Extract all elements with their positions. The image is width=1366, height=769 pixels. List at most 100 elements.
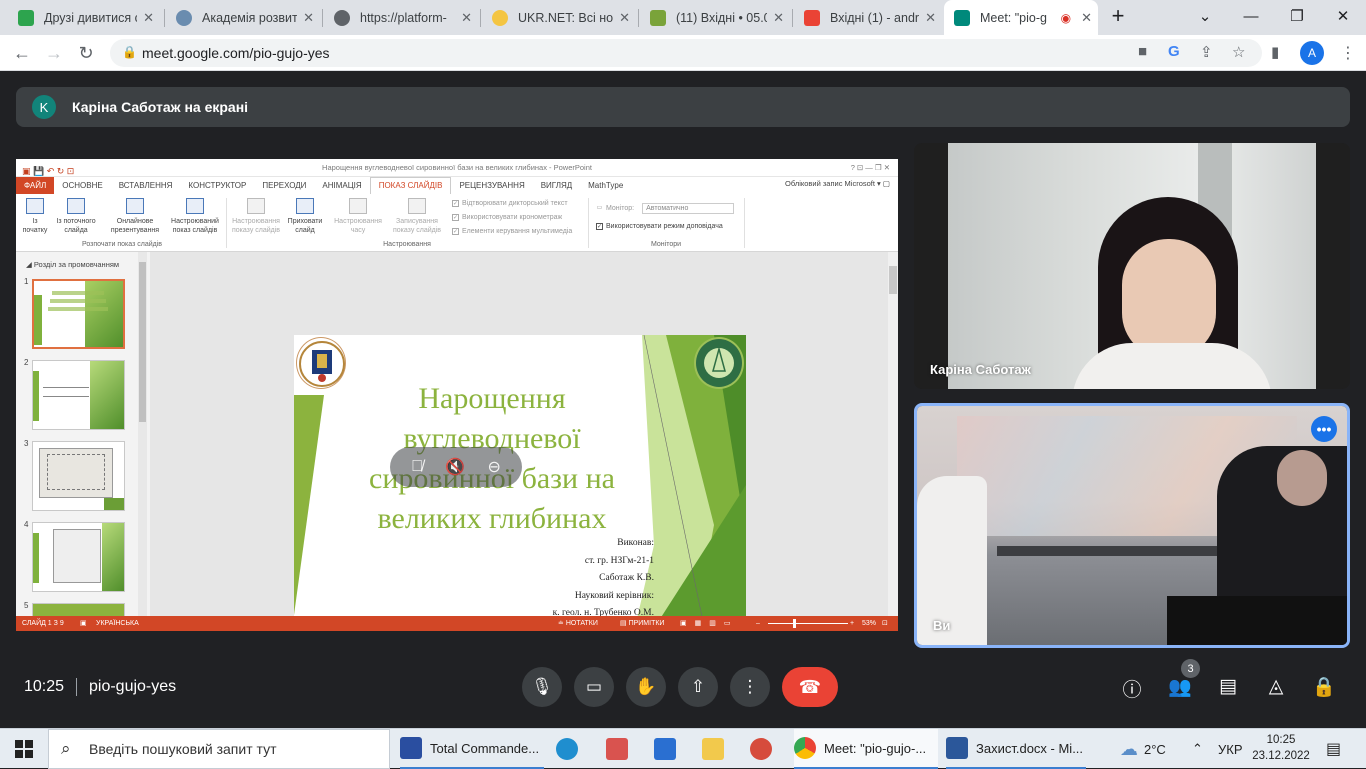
zoom-slider[interactable] [768,623,848,624]
pp-tab-file[interactable]: ФАЙЛ [16,177,55,194]
use-timings-checkbox[interactable]: ✓ Використовувати кронометраж [452,214,562,221]
zoom-in-icon[interactable]: + [850,616,854,631]
fit-slide-icon[interactable]: ⊡ [882,616,888,631]
monitor-select[interactable]: ▭ Монітор: Автоматично [596,203,735,214]
presenter-view-checkbox[interactable]: ✓ Використовувати режим доповідача [596,223,723,230]
slide-thumbnail-1[interactable] [32,279,125,349]
host-controls-icon[interactable]: 🔒 [1311,675,1337,699]
current-slide[interactable]: Нарощення вуглеводневої сировинної бази … [294,335,746,631]
hide-slide-button[interactable]: Приховати слайд [284,198,326,235]
browser-tab-active[interactable]: Meet: "pio-g ◉ ✕ [944,0,1098,35]
record-slideshow-button[interactable]: Записування показу слайдів [388,198,446,235]
camera-icon[interactable]: ■ [1138,43,1147,60]
taskbar-mail[interactable] [654,729,684,769]
from-beginning-button[interactable]: Із початку [20,198,50,235]
taskbar-edge[interactable] [556,729,586,769]
present-now-button[interactable]: ⇧ [678,667,718,707]
side-panel-icon[interactable]: ▮ [1271,43,1279,61]
pp-account[interactable]: Обліковий запис Microsoft ▾ ▢ [785,179,890,188]
thumbnails-scrollbar[interactable] [138,252,147,616]
new-tab-button[interactable]: + [1096,0,1140,32]
taskbar-explorer[interactable] [702,729,732,769]
weather-widget[interactable]: ☁ 2°C [1120,729,1166,769]
start-button[interactable] [0,729,48,769]
share-icon[interactable]: ⇪ [1200,43,1213,61]
browser-tab[interactable]: Академія розвит ✕ [166,0,320,35]
microphone-button[interactable]: 🎙 [522,667,562,707]
section-header[interactable]: ◢ Розділ за промовчанням [26,260,119,269]
pp-tab[interactable]: MathType [580,181,631,190]
raise-hand-button[interactable]: ✋ [626,667,666,707]
close-tab-icon[interactable]: ✕ [1081,10,1092,26]
browser-tab[interactable]: Друзі дивитися с ✕ [8,0,160,35]
view-buttons-icon[interactable]: ▣▦▥▭ [680,616,738,631]
restore-button[interactable]: ❐ [1274,0,1320,32]
pp-tab[interactable]: АНІМАЦІЯ [314,181,369,190]
canvas-scrollbar[interactable] [888,252,898,616]
notifications-icon[interactable]: ▤ [1326,729,1341,769]
zoom-thumb[interactable] [793,619,796,628]
people-icon[interactable]: 👥 [1167,675,1193,699]
taskbar-search[interactable]: ⌕ Введіть пошуковий запит тут [48,729,390,769]
notes-button[interactable]: ≐ НОТАТКИ [558,616,598,631]
browser-tab[interactable]: Вхідні (1) - andri ✕ [794,0,942,35]
taskbar-app-chrome[interactable]: Meet: "pio-gujo-... [794,729,938,769]
close-tab-icon[interactable]: ✕ [461,10,472,26]
pp-tab[interactable]: ОСНОВНЕ [54,181,110,190]
google-translate-icon[interactable]: G [1168,43,1180,60]
zoom-out-icon[interactable]: – [756,616,760,631]
custom-show-button[interactable]: Настроюваний показ слайдів [166,198,224,235]
close-tab-icon[interactable]: ✕ [303,10,314,26]
close-window-button[interactable]: ✕ [1320,0,1366,32]
comments-button[interactable]: ▤ ПРИМІТКИ [620,616,664,631]
pp-tab[interactable]: РЕЦЕНЗУВАННЯ [451,181,532,190]
activities-icon[interactable]: ◬ [1263,675,1289,698]
input-language[interactable]: УКР [1218,729,1243,769]
forward-icon[interactable]: → [42,42,66,64]
profile-avatar[interactable]: A [1300,41,1324,65]
more-options-icon[interactable]: ••• [1311,416,1337,442]
slide-thumbnail-4[interactable] [32,522,125,592]
address-bar[interactable]: 🔒 meet.google.com/pio-gujo-yes [110,39,1262,67]
menu-kebab-icon[interactable]: ⋮ [1340,43,1356,63]
media-controls-checkbox[interactable]: ✓ Елементи керування мультимедіа [452,228,572,235]
slide-thumbnail-3[interactable] [32,441,125,511]
meeting-details-icon[interactable]: ⓘ [1119,675,1145,702]
slide-thumbnail-5[interactable] [32,603,125,617]
close-tab-icon[interactable]: ✕ [619,10,630,26]
close-tab-icon[interactable]: ✕ [143,10,154,26]
close-tab-icon[interactable]: ✕ [773,10,784,26]
taskbar-app-word[interactable]: Захист.docx - Mi... [946,729,1086,769]
minimize-button[interactable]: — [1228,0,1274,32]
pp-tab[interactable]: ПЕРЕХОДИ [254,181,314,190]
leave-call-button[interactable]: ☎ [782,667,838,707]
tray-overflow-icon[interactable]: ⌃ [1192,729,1203,769]
taskbar-app-totalcmd[interactable]: Total Commande... [400,729,544,769]
camera-button[interactable]: ▭ [574,667,614,707]
back-icon[interactable]: ← [10,42,34,64]
browser-tab[interactable]: UKR.NET: Всі нов ✕ [482,0,636,35]
taskbar-clock[interactable]: 10:25 23.12.2022 [1246,732,1316,764]
pp-tab[interactable]: КОНСТРУКТОР [180,181,254,190]
browser-tab[interactable]: (11) Вхідні • 05.0 ✕ [640,0,790,35]
present-online-button[interactable]: Онлайнове презентування [104,198,166,235]
close-tab-icon[interactable]: ✕ [925,10,936,26]
chat-icon[interactable]: ▤ [1215,675,1241,698]
more-options-button[interactable]: ⋮ [730,667,770,707]
tab-search-icon[interactable]: ⌄ [1182,0,1228,32]
taskbar-store[interactable] [606,729,636,769]
bookmark-star-icon[interactable]: ☆ [1232,43,1245,61]
pp-tab[interactable]: ВСТАВЛЕННЯ [111,181,181,190]
self-view-tile[interactable]: ••• Ви [914,403,1350,648]
reload-icon[interactable]: ↻ [74,42,98,64]
setup-show-button[interactable]: Настроювання показу слайдів [228,198,284,235]
rehearse-timings-button[interactable]: Настроювання часу [330,198,386,235]
pp-tab-slideshow[interactable]: ПОКАЗ СЛАЙДІВ [369,177,452,194]
pp-tab[interactable]: ВИГЛЯД [533,181,580,190]
play-narrations-checkbox[interactable]: ✓ Відтворювати дикторський текст [452,200,568,207]
slide-thumbnail-2[interactable] [32,360,125,430]
from-current-slide-button[interactable]: Із поточного слайда [52,198,100,235]
browser-tab[interactable]: https://platform- ✕ [324,0,478,35]
taskbar-app[interactable] [750,729,780,769]
participant-tile[interactable]: Каріна Саботаж [914,143,1350,389]
